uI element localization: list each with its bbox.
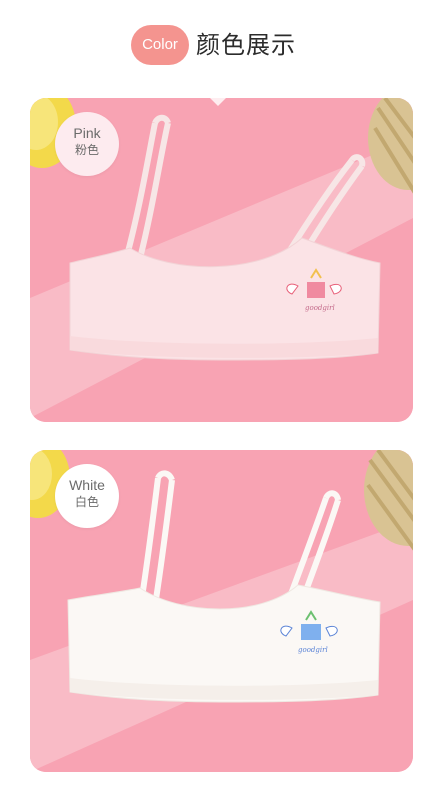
color-label-white: White 白色 — [55, 464, 119, 528]
color-label-pink: Pink 粉色 — [55, 112, 119, 176]
embroidery-text-white: goodgirl — [298, 646, 328, 654]
color-name-zh: 白色 — [74, 495, 99, 509]
color-badge: Color — [131, 25, 189, 65]
color-name-en: White — [69, 477, 105, 493]
product-panel-white: goodgirl White 白色 — [30, 450, 413, 772]
color-name-en: Pink — [73, 125, 101, 141]
page-title: 颜色展示 — [196, 31, 296, 59]
color-name-zh: 粉色 — [74, 143, 99, 157]
header: Color 颜色展示 — [0, 0, 443, 88]
embroidery-text-pink: goodgirl — [305, 304, 335, 312]
product-panel-pink: goodgirl Pink 粉色 — [30, 98, 413, 422]
